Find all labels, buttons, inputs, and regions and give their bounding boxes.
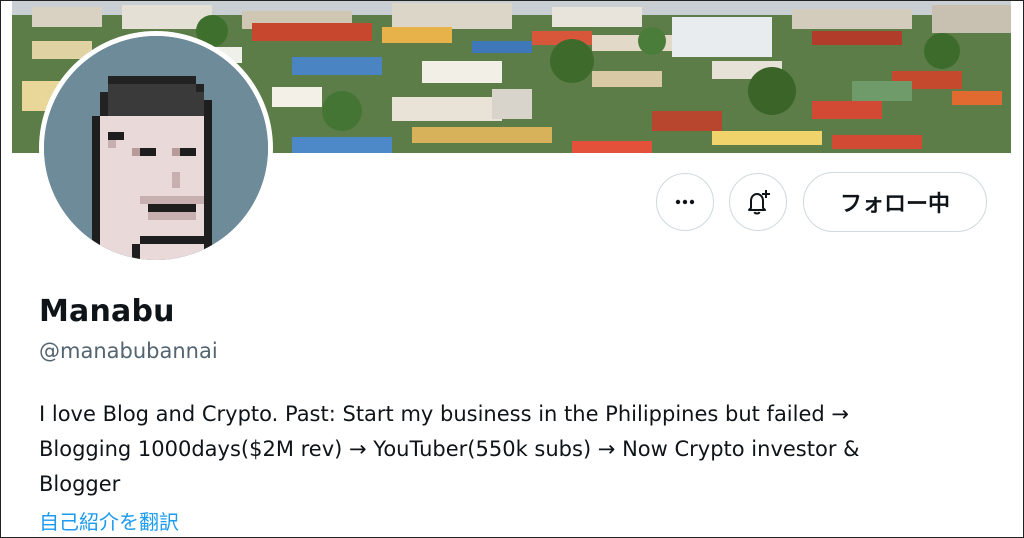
pixel-punk-avatar-icon (44, 36, 268, 260)
user-handle: @manabubannai (39, 339, 218, 363)
following-button[interactable]: フォロー中 (803, 172, 987, 232)
bio-line: I love Blog and Crypto. Past: Start my b… (39, 402, 849, 426)
more-options-button[interactable] (656, 173, 714, 231)
bio-line: Blogging 1000days($2M rev) → YouTuber(55… (39, 437, 860, 461)
display-name: Manabu (39, 294, 175, 329)
translate-bio-link[interactable]: 自己紹介を翻訳 (39, 506, 179, 535)
bio-line: Blogger (39, 472, 121, 496)
profile-frame: フォロー中 Manabu @manabubannai I love Blog a… (0, 0, 1024, 538)
profile-bio: I love Blog and Crypto. Past: Start my b… (39, 397, 979, 502)
more-horizontal-icon (675, 199, 695, 205)
profile-avatar-frame[interactable] (39, 31, 273, 265)
bell-plus-icon (748, 190, 770, 215)
notifications-button[interactable] (729, 173, 787, 231)
avatar[interactable] (44, 36, 268, 260)
following-button-label: フォロー中 (839, 192, 950, 217)
